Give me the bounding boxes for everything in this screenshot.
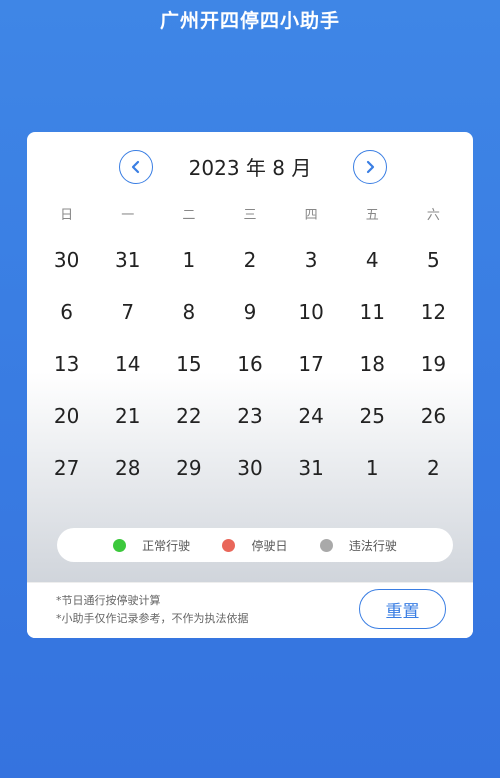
calendar-day[interactable]: 13 [36,338,97,390]
prev-month-button[interactable] [119,150,153,184]
calendar-day[interactable]: 31 [97,234,158,286]
calendar-day[interactable]: 2 [219,234,280,286]
chevron-right-icon [366,160,375,174]
green-dot-icon [113,538,127,552]
red-dot-icon [222,538,236,552]
chevron-left-icon [131,160,140,174]
month-navigation: 2023 年 8 月 [27,148,473,184]
calendar-day[interactable]: 3 [281,234,342,286]
weekday-mon: 一 [121,208,135,223]
weekday-sun: 日 [60,208,74,223]
calendar-day[interactable]: 5 [403,234,464,286]
gray-dot-icon [319,538,333,552]
calendar-day[interactable]: 22 [158,390,219,442]
calendar-day[interactable]: 30 [36,234,97,286]
calendar-day[interactable]: 4 [342,234,403,286]
legend-item-stop: 停驶日 [222,537,288,554]
calendar-day[interactable]: 18 [342,338,403,390]
weekday-thu: 四 [304,208,318,223]
calendar-day[interactable]: 8 [158,286,219,338]
calendar-day[interactable]: 31 [281,442,342,494]
card-footer: *节日通行按停驶计算 *小助手仅作记录参考，不作为执法依据 重置 [27,582,473,638]
legend-item-normal: 正常行驶 [113,537,190,554]
status-legend: 正常行驶 停驶日 违法行驶 [57,528,453,562]
note-disclaimer: *小助手仅作记录参考，不作为执法依据 [56,612,249,625]
weekday-header: 日 一 二 三 四 五 六 [36,204,464,223]
calendar-day[interactable]: 2 [403,442,464,494]
weekday-fri: 五 [365,208,379,223]
calendar-day[interactable]: 9 [219,286,280,338]
legend-label: 违法行驶 [348,538,397,553]
reset-button[interactable]: 重置 [359,589,446,629]
weekday-sat: 六 [426,208,440,223]
month-label: 2023 年 8 月 [188,156,312,180]
calendar-day[interactable]: 7 [97,286,158,338]
calendar-day[interactable]: 16 [219,338,280,390]
calendar-day[interactable]: 10 [281,286,342,338]
calendar-day[interactable]: 6 [36,286,97,338]
weekday-tue: 二 [182,208,196,223]
calendar-day[interactable]: 11 [342,286,403,338]
calendar-day[interactable]: 30 [219,442,280,494]
legend-label: 正常行驶 [142,538,191,553]
calendar-day[interactable]: 21 [97,390,158,442]
calendar-day[interactable]: 26 [403,390,464,442]
calendar-card: 2023 年 8 月 日 一 二 三 四 五 六 30 31 1 2 3 4 5… [27,132,473,638]
calendar-day[interactable]: 20 [36,390,97,442]
calendar-day[interactable]: 27 [36,442,97,494]
calendar-day[interactable]: 24 [281,390,342,442]
next-month-button[interactable] [353,150,387,184]
calendar-day[interactable]: 15 [158,338,219,390]
calendar-day[interactable]: 1 [158,234,219,286]
calendar-grid: 30 31 1 2 3 4 5 6 7 8 9 10 11 12 13 14 1… [36,234,464,494]
calendar-day[interactable]: 19 [403,338,464,390]
calendar-day[interactable]: 29 [158,442,219,494]
calendar-day[interactable]: 14 [97,338,158,390]
app-title: 广州开四停四小助手 [159,10,340,32]
legend-item-violation: 违法行驶 [319,537,397,554]
weekday-wed: 三 [243,208,257,223]
calendar-day[interactable]: 28 [97,442,158,494]
calendar-day[interactable]: 1 [342,442,403,494]
notes: *节日通行按停驶计算 *小助手仅作记录参考，不作为执法依据 [56,592,249,628]
calendar-day[interactable]: 12 [403,286,464,338]
calendar-day[interactable]: 17 [281,338,342,390]
calendar-day[interactable]: 23 [219,390,280,442]
calendar-day[interactable]: 25 [342,390,403,442]
note-holiday: *节日通行按停驶计算 [56,594,161,607]
legend-label: 停驶日 [251,538,288,553]
